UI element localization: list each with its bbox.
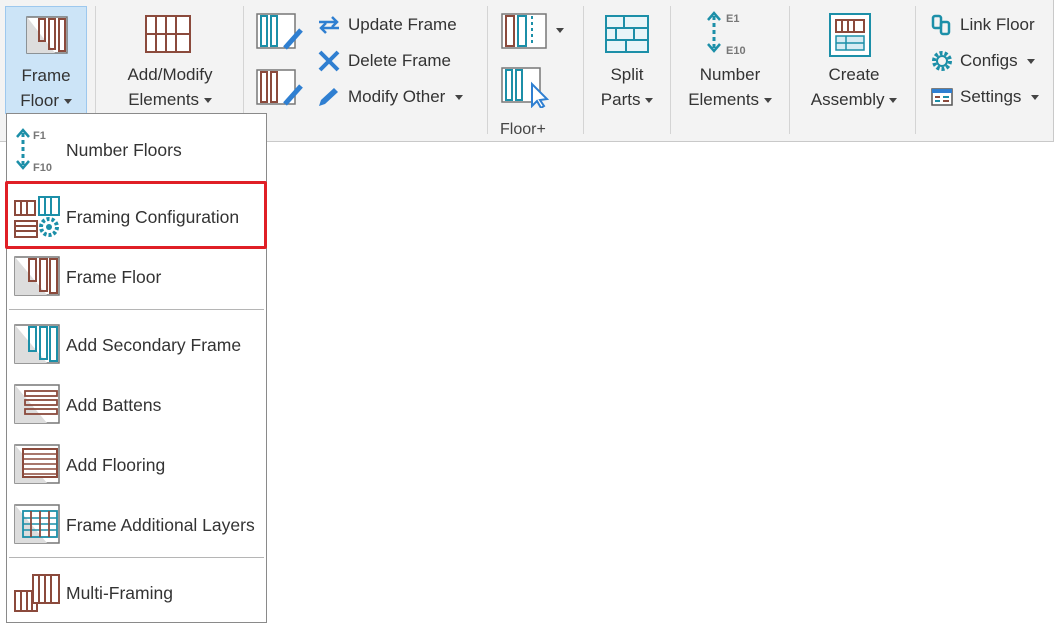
settings-label: Settings <box>960 87 1022 106</box>
separator <box>915 6 916 134</box>
add-modify-elements-button[interactable]: Add/Modify Elements <box>108 6 232 114</box>
update-frame-label: Update Frame <box>348 15 457 34</box>
refresh-arrows-icon <box>319 16 339 34</box>
menu-item-label: Add Flooring <box>66 454 166 475</box>
frame-floor-dropdown-menu: F1 F10 Number Floors Framing Configurati… <box>5 113 267 623</box>
additional-layers-icon <box>14 504 60 544</box>
menu-separator <box>9 309 264 310</box>
menu-item-label: Framing Configuration <box>66 206 240 227</box>
icon-label-bottom: F10 <box>33 162 52 173</box>
menu-item-add-secondary-frame[interactable]: Add Secondary Frame <box>9 319 264 371</box>
menu-item-frame-floor[interactable]: Frame Floor <box>9 251 264 303</box>
modify-other-label: Modify Other <box>348 87 446 106</box>
separator <box>583 6 584 134</box>
icon-label-top: E1 <box>726 13 739 25</box>
add-modify-label-1: Add/Modify <box>127 65 213 84</box>
delete-frame-button[interactable]: Delete Frame <box>316 46 451 76</box>
create-assembly-label-1: Create <box>828 65 880 84</box>
frame-floor-icon <box>14 256 60 296</box>
icon-label-top: F1 <box>33 130 46 142</box>
modify-other-button[interactable]: Modify Other <box>316 82 463 112</box>
chevron-down-icon[interactable] <box>763 98 772 104</box>
menu-separator <box>9 557 264 558</box>
delete-x-icon <box>318 50 340 72</box>
update-frame-button[interactable]: Update Frame <box>316 10 457 40</box>
frame-floor-button[interactable]: Frame Floor <box>5 6 87 114</box>
pencil-icon <box>319 88 338 106</box>
edit-frame-icon[interactable] <box>255 12 305 52</box>
chevron-down-icon[interactable] <box>556 28 564 33</box>
link-floor-button[interactable]: Link Floor <box>930 10 1035 40</box>
frame-floor-label-1: Frame <box>21 66 71 85</box>
separator <box>789 6 790 134</box>
chevron-down-icon[interactable] <box>1030 94 1039 100</box>
number-elements-label-2: Elements <box>688 90 760 109</box>
add-modify-elements-icon <box>145 15 191 53</box>
menu-item-label: Number Floors <box>66 139 182 160</box>
link-floor-label: Link Floor <box>960 15 1035 34</box>
number-elements-icon: E1 E10 <box>707 11 746 56</box>
separator <box>670 6 671 134</box>
link-chain-icon <box>931 14 951 36</box>
secondary-frame-icon <box>14 324 60 364</box>
chevron-down-icon[interactable] <box>203 98 212 104</box>
multi-framing-icon <box>14 574 60 612</box>
icon-label-bottom: E10 <box>726 45 746 56</box>
number-floors-icon: F1 F10 <box>16 128 52 173</box>
group-label-floor-plus: Floor+ <box>500 121 546 138</box>
menu-item-multi-framing[interactable]: Multi-Framing <box>9 567 264 619</box>
separator <box>487 6 488 134</box>
split-parts-button[interactable]: Split Parts <box>592 6 662 114</box>
create-assembly-button[interactable]: Create Assembly <box>800 6 908 114</box>
framing-configuration-icon <box>14 196 60 238</box>
number-elements-button[interactable]: E1 E10 Number Elements <box>680 6 780 114</box>
battens-icon <box>14 384 60 424</box>
split-parts-label-2: Parts <box>600 90 641 109</box>
menu-item-add-flooring[interactable]: Add Flooring <box>9 439 264 491</box>
settings-panel-icon <box>931 88 953 106</box>
chevron-down-icon[interactable] <box>1027 58 1036 64</box>
chevron-down-icon[interactable] <box>63 99 72 105</box>
panel-split-icon <box>501 13 547 49</box>
select-frame-icon[interactable] <box>500 66 552 108</box>
flooring-icon <box>14 444 60 484</box>
configs-label: Configs <box>960 51 1018 70</box>
menu-item-label: Frame Additional Layers <box>66 514 255 535</box>
create-assembly-icon <box>829 13 871 57</box>
menu-item-number-floors[interactable]: F1 F10 Number Floors <box>9 124 264 176</box>
frame-floor-icon <box>26 16 68 54</box>
add-modify-label-2: Elements <box>128 90 200 109</box>
number-elements-label-1: Number <box>699 65 761 84</box>
menu-item-label: Frame Floor <box>66 266 162 287</box>
frame-floor-label-2: Floor <box>20 91 59 110</box>
chevron-down-icon[interactable] <box>454 94 463 100</box>
menu-item-frame-additional-layers[interactable]: Frame Additional Layers <box>9 499 264 551</box>
delete-frame-label: Delete Frame <box>348 51 451 70</box>
menu-item-framing-configuration[interactable]: Framing Configuration <box>9 191 264 243</box>
settings-button[interactable]: Settings <box>930 82 1039 112</box>
menu-item-label: Add Secondary Frame <box>66 334 242 355</box>
chevron-down-icon[interactable] <box>889 98 898 104</box>
menu-item-label: Add Battens <box>66 394 162 415</box>
split-parts-label-1: Split <box>610 65 644 84</box>
modify-frame-icon[interactable] <box>255 68 305 108</box>
menu-item-add-battens[interactable]: Add Battens <box>9 379 264 431</box>
split-parts-icon <box>605 15 649 53</box>
panel-split-button[interactable] <box>500 12 570 52</box>
chevron-down-icon[interactable] <box>645 98 654 104</box>
create-assembly-label-2: Assembly <box>810 90 885 109</box>
configs-button[interactable]: Configs <box>930 46 1036 76</box>
menu-item-label: Multi-Framing <box>66 582 173 603</box>
gear-icon <box>932 51 952 71</box>
